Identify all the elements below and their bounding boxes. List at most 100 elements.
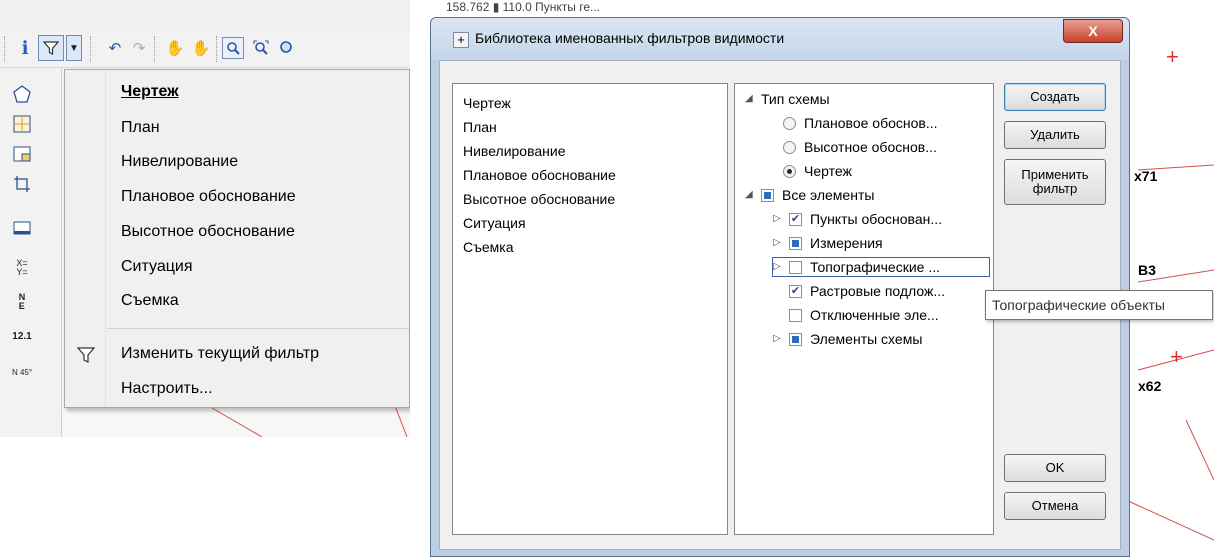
dialog-titlebar[interactable]: + Библиотека именованных фильтров видимо… xyxy=(431,18,1129,60)
toolbar-grip xyxy=(4,36,6,62)
survey-point-marker: + xyxy=(1170,344,1183,369)
checkbox-partial-icon[interactable] xyxy=(789,332,802,346)
radio-button-icon[interactable] xyxy=(783,140,796,154)
menu-item-nivelirovanie[interactable]: Нивелирование xyxy=(121,148,238,176)
azimuth-icon[interactable]: N 45° xyxy=(10,360,34,384)
toolbar-separator xyxy=(154,36,156,62)
menu-item-chertezh[interactable]: Чертеж xyxy=(121,78,179,106)
vertical-toolbar: X= Y= N E 12.1 N 45° xyxy=(0,68,62,437)
menu-item-planovoe[interactable]: Плановое обоснование xyxy=(121,183,296,211)
redo-icon[interactable]: ↷ xyxy=(128,37,150,59)
filter-list-item[interactable]: Съемка xyxy=(463,238,514,256)
radio-planovoe[interactable]: Плановое обоснов... xyxy=(783,114,938,132)
expand-arrow-icon[interactable]: ▷ xyxy=(773,210,783,228)
tooltip: Топографические объекты xyxy=(985,290,1213,320)
point-label: x62 xyxy=(1138,378,1162,394)
expand-arrow-icon[interactable]: ▷ xyxy=(773,234,783,252)
frame-icon[interactable] xyxy=(10,142,34,166)
pan-hand-icon[interactable]: ✋ xyxy=(164,37,186,59)
tree-node-all-elements[interactable]: ◢ Все элементы xyxy=(745,186,874,204)
info-icon[interactable]: ℹ xyxy=(14,37,36,59)
tree-label: Тип схемы xyxy=(761,91,830,107)
filter-list-item[interactable]: Ситуация xyxy=(463,214,526,232)
grid-cell-icon[interactable] xyxy=(10,112,34,136)
window-icon[interactable] xyxy=(10,216,34,240)
menu-item-plan[interactable]: План xyxy=(121,114,160,142)
expand-arrow-icon[interactable]: ▷ xyxy=(773,258,783,276)
filter-dropdown-menu: Чертеж План Нивелирование Плановое обосн… xyxy=(64,69,410,408)
pan-hand-2-icon[interactable]: ✋ xyxy=(190,37,212,59)
point-label: B3 xyxy=(1138,262,1156,278)
checkbox-unchecked-icon[interactable] xyxy=(789,260,802,274)
tree-node-elementy-skhemy[interactable]: ▷ Элементы схемы xyxy=(773,330,922,348)
menu-item-edit-filter[interactable]: Изменить текущий фильтр xyxy=(121,340,319,368)
survey-point-marker: + xyxy=(1166,44,1179,69)
menu-item-vysotnoe[interactable]: Высотное обоснование xyxy=(121,218,295,246)
filter-list-item[interactable]: Чертеж xyxy=(463,94,511,112)
left-app-panel: ℹ ▼ ↶ ↷ ✋ ✋ X= Y= N E 12.1 N 45° Чертеж … xyxy=(0,0,410,437)
tree-label: Все элементы xyxy=(782,187,875,203)
zoom-icon[interactable] xyxy=(276,37,298,59)
system-menu-icon[interactable]: + xyxy=(453,32,469,48)
menu-item-semka[interactable]: Съемка xyxy=(121,287,179,315)
filter-library-dialog: + Библиотека именованных фильтров видимо… xyxy=(430,17,1130,557)
main-toolbar: ℹ ▼ ↶ ↷ ✋ ✋ xyxy=(0,28,410,68)
menu-item-situatsiya[interactable]: Ситуация xyxy=(121,253,192,281)
menu-separator xyxy=(107,328,409,329)
dialog-title: Библиотека именованных фильтров видимост… xyxy=(475,30,785,46)
toolbar-separator xyxy=(90,36,92,62)
radio-chertezh[interactable]: Чертеж xyxy=(783,162,852,180)
tree-label: Растровые подлож... xyxy=(810,283,946,299)
xy-coordinates-icon[interactable]: X= Y= xyxy=(10,256,34,280)
expand-arrow-icon[interactable]: ▷ xyxy=(773,330,783,348)
zoom-window-icon[interactable] xyxy=(222,37,244,59)
checkbox-checked-icon[interactable]: ✔ xyxy=(789,284,802,298)
filter-icon xyxy=(76,346,96,367)
close-button[interactable]: X xyxy=(1063,19,1123,43)
apply-filter-button[interactable]: Применить фильтр xyxy=(1004,159,1106,205)
background-header-snippet: 158.762 ▮ 110.0 Пункты ге... xyxy=(446,0,601,14)
tree-node-punkty[interactable]: ▷ ✔ Пункты обоснован... xyxy=(773,210,942,228)
radio-label: Чертеж xyxy=(804,163,852,179)
filter-list-item[interactable]: План xyxy=(463,118,497,136)
toolbar-separator xyxy=(216,36,218,62)
filter-list-item[interactable]: Нивелирование xyxy=(463,142,566,160)
polygon-icon[interactable] xyxy=(10,82,34,106)
cancel-button[interactable]: Отмена xyxy=(1004,492,1106,520)
filter-icon[interactable] xyxy=(38,35,64,61)
tree-label: Отключенные эле... xyxy=(810,307,939,323)
filter-list[interactable]: Чертеж План Нивелирование Плановое обосн… xyxy=(452,83,728,535)
checkbox-partial-icon[interactable] xyxy=(789,236,802,250)
collapse-arrow-icon[interactable]: ◢ xyxy=(745,90,755,108)
tree-label: Пункты обоснован... xyxy=(810,211,943,227)
tree-node-otklyuchennye[interactable]: Отключенные эле... xyxy=(789,306,939,324)
distance-icon[interactable]: 12.1 xyxy=(10,324,34,348)
create-button[interactable]: Создать xyxy=(1004,83,1106,111)
radio-label: Высотное обоснов... xyxy=(804,139,937,155)
undo-icon[interactable]: ↶ xyxy=(104,37,126,59)
collapse-arrow-icon[interactable]: ◢ xyxy=(745,186,755,204)
menu-item-configure[interactable]: Настроить... xyxy=(121,375,213,403)
delete-button[interactable]: Удалить xyxy=(1004,121,1106,149)
filter-list-item[interactable]: Высотное обоснование xyxy=(463,190,615,208)
radio-button-icon[interactable] xyxy=(783,116,796,130)
element-tree[interactable]: ◢ Тип схемы Плановое обоснов... Высотное… xyxy=(734,83,994,535)
dropdown-arrow-icon[interactable]: ▼ xyxy=(66,35,82,61)
tree-node-izmereniya[interactable]: ▷ Измерения xyxy=(773,234,883,252)
filter-list-item[interactable]: Плановое обоснование xyxy=(463,166,616,184)
tree-node-schema-type[interactable]: ◢ Тип схемы xyxy=(745,90,830,108)
radio-label: Плановое обоснов... xyxy=(804,115,938,131)
north-east-icon[interactable]: N E xyxy=(10,290,34,314)
crop-icon[interactable] xyxy=(10,172,34,196)
tree-label: Элементы схемы xyxy=(810,331,923,347)
checkbox-checked-icon[interactable]: ✔ xyxy=(789,212,802,226)
radio-vysotnoe[interactable]: Высотное обоснов... xyxy=(783,138,937,156)
zoom-extents-icon[interactable] xyxy=(250,37,272,59)
tree-node-rastrovye[interactable]: ✔ Растровые подлож... xyxy=(789,282,945,300)
radio-button-selected-icon[interactable] xyxy=(783,164,796,178)
tree-label: Измерения xyxy=(810,235,883,251)
checkbox-partial-icon[interactable] xyxy=(761,188,774,202)
checkbox-unchecked-icon[interactable] xyxy=(789,308,802,322)
ok-button[interactable]: OK xyxy=(1004,454,1106,482)
tree-node-topograficheskie[interactable]: ▷ Топографические ... xyxy=(772,257,990,277)
